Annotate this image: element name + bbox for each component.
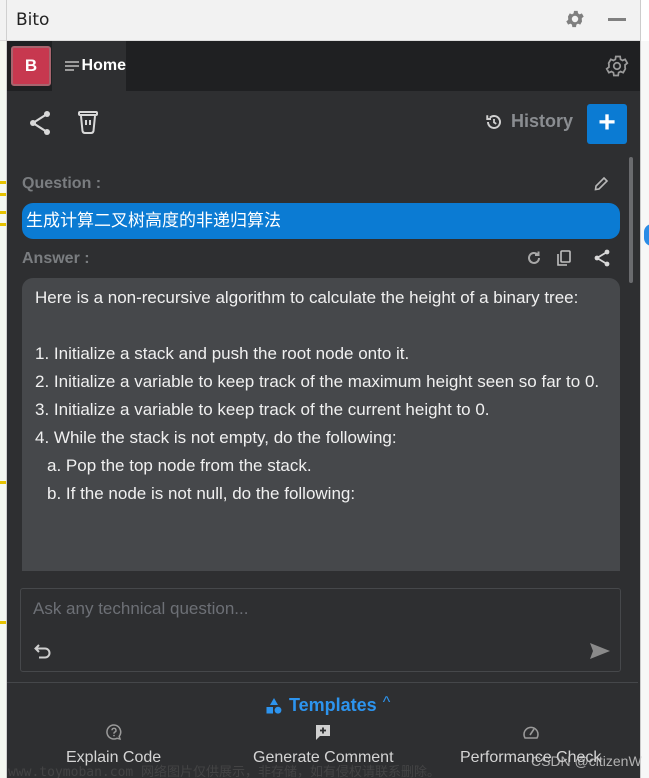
question-label: Question :: [22, 175, 102, 192]
settings-icon[interactable]: [604, 53, 630, 79]
tool-window-titlebar: Bito: [0, 0, 649, 41]
question-bubble-icon: [105, 724, 121, 741]
answer-line: a. Pop the top node from the stack.: [47, 456, 312, 475]
trash-icon[interactable]: [77, 109, 99, 135]
history-button[interactable]: History: [485, 111, 573, 132]
tool-window-title: Bito: [16, 10, 50, 30]
tab-home-label: Home: [81, 57, 126, 74]
question-input-box: [20, 588, 621, 672]
edit-pencil-icon[interactable]: [593, 176, 609, 192]
tool-window-gear-icon[interactable]: [564, 8, 586, 30]
answer-line: 4. While the stack is not empty, do the …: [35, 428, 397, 447]
chat-toolbar: History +: [7, 91, 640, 171]
regenerate-icon[interactable]: [525, 249, 543, 267]
templates-label: Templates: [289, 695, 377, 715]
history-icon: [486, 114, 501, 129]
menu-lines-icon: [65, 60, 79, 73]
watermark-text: www.toymoban.com 网络图片仅供展示，非存储，如有侵权请联系删除。: [8, 765, 441, 778]
answer-label: Answer :: [22, 250, 90, 267]
panel-header: B Home: [7, 41, 640, 91]
undo-icon[interactable]: [33, 641, 53, 661]
titlebar-left-border: [6, 0, 7, 41]
answer-line: 2. Initialize a variable to keep track o…: [35, 372, 600, 391]
new-chat-button[interactable]: +: [587, 104, 627, 144]
answer-line: 3. Initialize a variable to keep track o…: [35, 400, 490, 419]
history-label: History: [511, 111, 574, 131]
question-input[interactable]: [33, 597, 593, 621]
comment-plus-icon: [316, 725, 331, 740]
answer-actions: [525, 249, 611, 267]
vertical-scrollbar[interactable]: [629, 157, 633, 283]
tab-home[interactable]: Home: [52, 41, 126, 91]
share-icon[interactable]: [28, 110, 52, 136]
send-icon[interactable]: [589, 642, 611, 660]
edge-blue-tab: [644, 224, 649, 246]
answer-panel: Here is a non-recursive algorithm to cal…: [22, 278, 620, 571]
gauge-icon: [522, 726, 539, 739]
credit-text: CSDN @citizenW: [531, 753, 642, 769]
answer-line: b. If the node is not null, do the follo…: [47, 484, 356, 503]
templates-toggle[interactable]: Templates ^: [265, 693, 391, 716]
templates-divider: [7, 682, 638, 683]
answer-line: [35, 312, 608, 340]
bito-logo[interactable]: B: [11, 46, 51, 86]
editor-gutter-strip: [0, 41, 7, 778]
copy-icon[interactable]: [555, 249, 573, 267]
answer-line: Here is a non-recursive algorithm to cal…: [35, 288, 579, 307]
question-bubble: 生成计算二叉树高度的非递归算法: [22, 203, 620, 239]
answer-line: 1. Initialize a stack and push the root …: [35, 344, 410, 363]
share-answer-icon[interactable]: [593, 249, 611, 267]
minimize-button[interactable]: [608, 18, 626, 21]
editor-right-edge: [640, 41, 649, 778]
shapes-icon: [266, 697, 282, 714]
caret-up-icon: ^: [382, 693, 391, 711]
bito-panel: B Home History + Question: 生成计算二叉树高度的非递…: [7, 41, 640, 778]
editor-edge: [640, 0, 649, 41]
